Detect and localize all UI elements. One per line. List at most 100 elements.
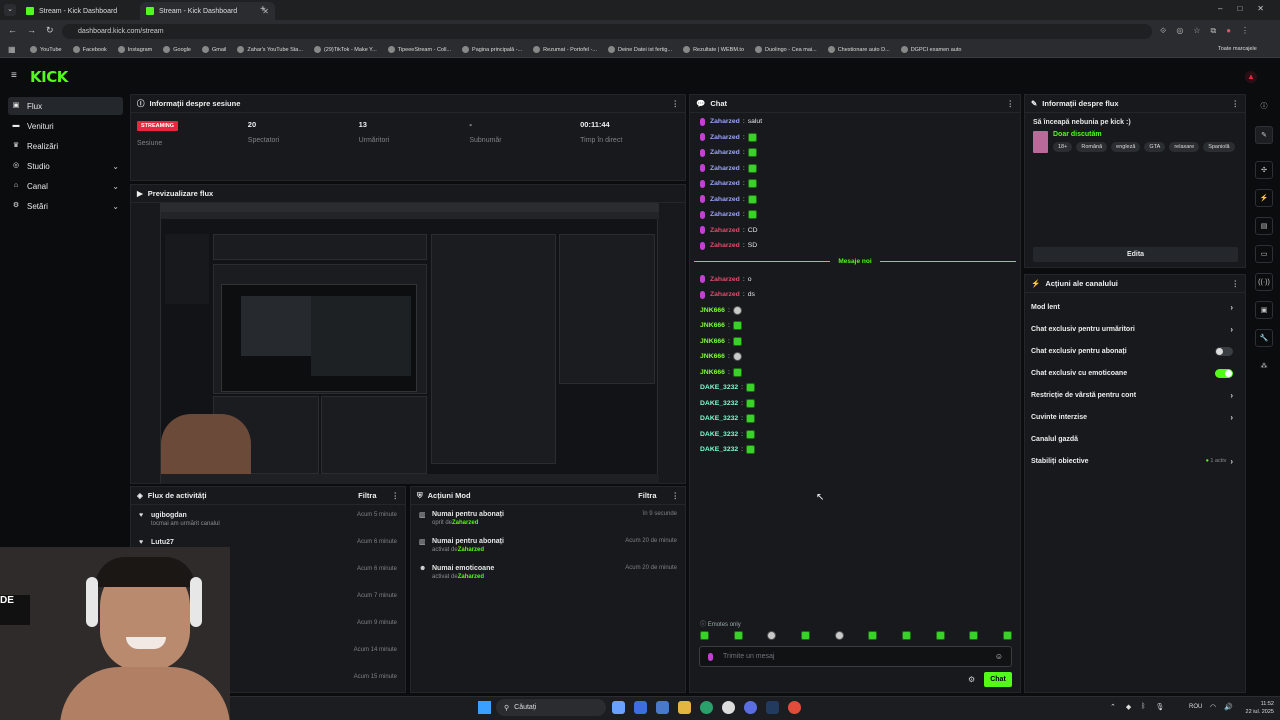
chat-username[interactable]: DAKE_3232 (700, 431, 738, 438)
chat-username[interactable]: JNK666 (700, 338, 725, 345)
chat-username[interactable]: DAKE_3232 (700, 384, 738, 391)
chat-username[interactable]: DAKE_3232 (700, 400, 738, 407)
bluetooth-icon[interactable]: ᛒ (1141, 703, 1145, 711)
new-tab-icon[interactable]: + (260, 4, 266, 15)
activity-user[interactable]: Lutu27 (151, 539, 174, 546)
channel-action-item[interactable]: Chat exclusiv pentru abonați (1025, 340, 1245, 362)
note-tool-icon[interactable]: ▤ (1255, 217, 1273, 235)
frog-emote-icon[interactable] (746, 398, 756, 408)
bookmark-item[interactable]: Deine Datei ist fertig... (607, 46, 672, 53)
minimize-icon[interactable]: – (1218, 4, 1222, 13)
frog-emote-icon[interactable] (747, 194, 757, 204)
widgets-icon[interactable] (656, 701, 669, 714)
kebab-menu-icon[interactable]: ⋮ (1232, 279, 1240, 288)
frog-emote-icon[interactable] (800, 631, 810, 640)
sidebar-item-studio[interactable]: ◎ Studio ⌄ (8, 157, 123, 175)
chat-username[interactable]: DAKE_3232 (700, 446, 738, 453)
mod-action-user[interactable]: Zaharzed (458, 574, 484, 580)
extensions-icon[interactable]: ⧉ (1210, 26, 1216, 36)
all-bookmarks[interactable]: Toate marcajele (1218, 46, 1257, 52)
stream-preview-video[interactable] (160, 203, 659, 484)
frog-emote-icon[interactable] (746, 445, 756, 455)
sidebar-item-flux[interactable]: ▣ Flux (8, 97, 123, 115)
frog-emote-icon[interactable] (733, 631, 743, 640)
edit-stream-info-button[interactable]: Edita (1033, 247, 1238, 262)
chat-username[interactable]: Zaharzed (710, 196, 740, 203)
tag-pill[interactable]: GTA (1144, 142, 1166, 152)
chrome-icon[interactable] (722, 701, 735, 714)
chat-username[interactable]: Zaharzed (710, 227, 740, 234)
reload-icon[interactable]: ↻ (46, 25, 54, 36)
translate-icon[interactable]: ⟐ (1160, 26, 1166, 36)
channel-action-item[interactable]: Mod lent › (1025, 296, 1245, 318)
tag-pill[interactable]: engleză (1111, 142, 1141, 152)
chat-username[interactable]: Zaharzed (710, 118, 740, 125)
bookmark-item[interactable]: Rezultate | WEBM.to (683, 46, 744, 53)
eye-off-icon[interactable]: ◎ (1176, 26, 1183, 36)
chat-username[interactable]: Zaharzed (710, 165, 740, 172)
category-link[interactable]: Doar discutăm (1053, 131, 1235, 138)
widgets-tool-icon[interactable]: ⁂ (1255, 357, 1273, 375)
bookmark-item[interactable]: Pagina principală -... (462, 46, 522, 53)
frog-emote-icon[interactable] (747, 163, 757, 173)
chat-settings-gear-icon[interactable]: ⚙ (968, 675, 975, 684)
frog-emote-icon[interactable] (732, 336, 742, 346)
profile-avatar-icon[interactable]: ● (1226, 26, 1231, 36)
sidebar-item-canal[interactable]: ⌂ Canal ⌄ (8, 177, 123, 195)
pencil-tool-icon[interactable]: ✎ (1255, 126, 1273, 144)
drone-tool-icon[interactable]: ✣ (1255, 161, 1273, 179)
url-input[interactable]: dashboard.kick.com/stream (62, 24, 1152, 39)
wrench-tool-icon[interactable]: 🔧 (1255, 329, 1273, 347)
chat-username[interactable]: JNK666 (700, 369, 725, 376)
frog-emote-icon[interactable] (901, 631, 911, 640)
bookmark-item[interactable]: (29)TikTok - Make Y... (313, 46, 377, 53)
close-window-icon[interactable]: ✕ (1257, 4, 1264, 13)
chat-username[interactable]: Zaharzed (710, 180, 740, 187)
channel-action-item[interactable]: Restricție de vârstă pentru cont › (1025, 384, 1245, 406)
ball-emote-icon[interactable] (732, 352, 742, 362)
kick-logo[interactable]: KICK (30, 68, 68, 86)
frog-emote-icon[interactable] (1002, 631, 1012, 640)
info-icon[interactable]: ⓘ (1255, 97, 1273, 115)
tag-pill[interactable]: relaxare (1169, 142, 1200, 152)
windows-start-icon[interactable] (478, 701, 491, 714)
kebab-menu-icon[interactable]: ⋮ (672, 491, 680, 500)
chat-username[interactable]: Zaharzed (710, 276, 740, 283)
send-chat-button[interactable]: Chat (984, 672, 1012, 687)
spotify-icon[interactable] (700, 701, 713, 714)
mic-tray-icon[interactable]: 🎙 (1155, 703, 1164, 711)
ball-emote-icon[interactable] (834, 631, 844, 640)
steam-icon[interactable] (766, 701, 779, 714)
kebab-menu-icon[interactable]: ⋮ (1232, 99, 1240, 108)
chat-username[interactable]: DAKE_3232 (700, 415, 738, 422)
channel-action-item[interactable]: Chat exclusiv pentru urmăritori › (1025, 318, 1245, 340)
bookmark-item[interactable]: Google (163, 46, 191, 53)
chat-username[interactable]: Zaharzed (710, 134, 740, 141)
channel-action-item[interactable]: Cuvinte interzise › (1025, 406, 1245, 428)
frog-emote-icon[interactable] (868, 631, 878, 640)
sidebar-item-setări[interactable]: ⚙ Setări ⌄ (8, 197, 123, 215)
chat-username[interactable]: Zaharzed (710, 149, 740, 156)
activity-filter-button[interactable]: Filtra (358, 491, 376, 500)
ball-emote-icon[interactable] (732, 305, 742, 315)
mail-icon[interactable] (634, 701, 647, 714)
mod-action-user[interactable]: Zaharzed (452, 520, 478, 526)
bolt-tool-icon[interactable]: ⚡ (1255, 189, 1273, 207)
browser-tab-2[interactable]: Stream - Kick Dashboard ✕ (140, 2, 275, 20)
sidebar-item-realizări[interactable]: ♛ Realizări (8, 137, 123, 155)
sidebar-item-venituri[interactable]: ▬ Venituri (8, 117, 123, 135)
hamburger-menu-icon[interactable]: ≡ (11, 70, 17, 81)
apps-grid-icon[interactable]: ▦ (8, 45, 16, 54)
tray-chevron-icon[interactable]: ⌃ (1110, 703, 1116, 711)
chat-username[interactable]: Zaharzed (710, 291, 740, 298)
frog-emote-icon[interactable] (746, 383, 756, 393)
chat-username[interactable]: Zaharzed (710, 242, 740, 249)
language-indicator[interactable]: ROU (1189, 704, 1202, 710)
frog-emote-icon[interactable] (746, 429, 756, 439)
file-explorer-icon[interactable] (678, 701, 691, 714)
kebab-menu-icon[interactable]: ⋮ (392, 491, 400, 500)
chat-username[interactable]: JNK666 (700, 307, 725, 314)
frog-emote-icon[interactable] (747, 210, 757, 220)
channel-action-item[interactable]: Chat exclusiv cu emoticoane (1025, 362, 1245, 384)
frog-emote-icon[interactable] (747, 179, 757, 189)
